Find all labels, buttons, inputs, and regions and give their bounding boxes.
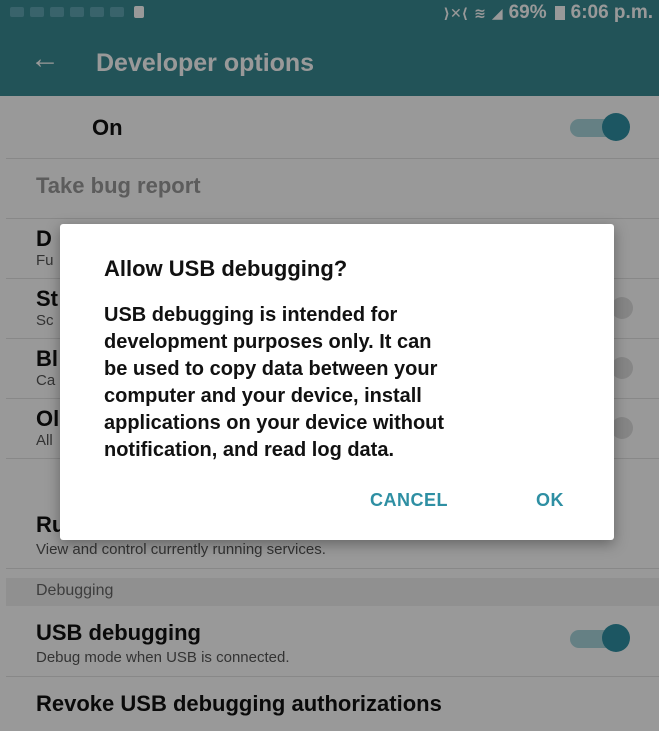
dialog-message-line: be used to copy data between your [104,358,438,380]
ok-button[interactable]: OK [536,490,564,511]
usb-debugging-dialog: Allow USB debugging? USB debugging is in… [60,224,614,540]
dialog-message-line: computer and your device, install [104,385,422,407]
dialog-message-line: development purposes only. It can [104,331,432,353]
dialog-message-line: notification, and read log data. [104,439,395,461]
dialog-message-line: USB debugging is intended for [104,304,398,326]
dialog-title: Allow USB debugging? [104,256,348,281]
dialog-message-line: applications on your device without [104,412,445,434]
dialog-message: USB debugging is intended for developmen… [104,302,574,464]
cancel-button[interactable]: CANCEL [370,490,448,511]
